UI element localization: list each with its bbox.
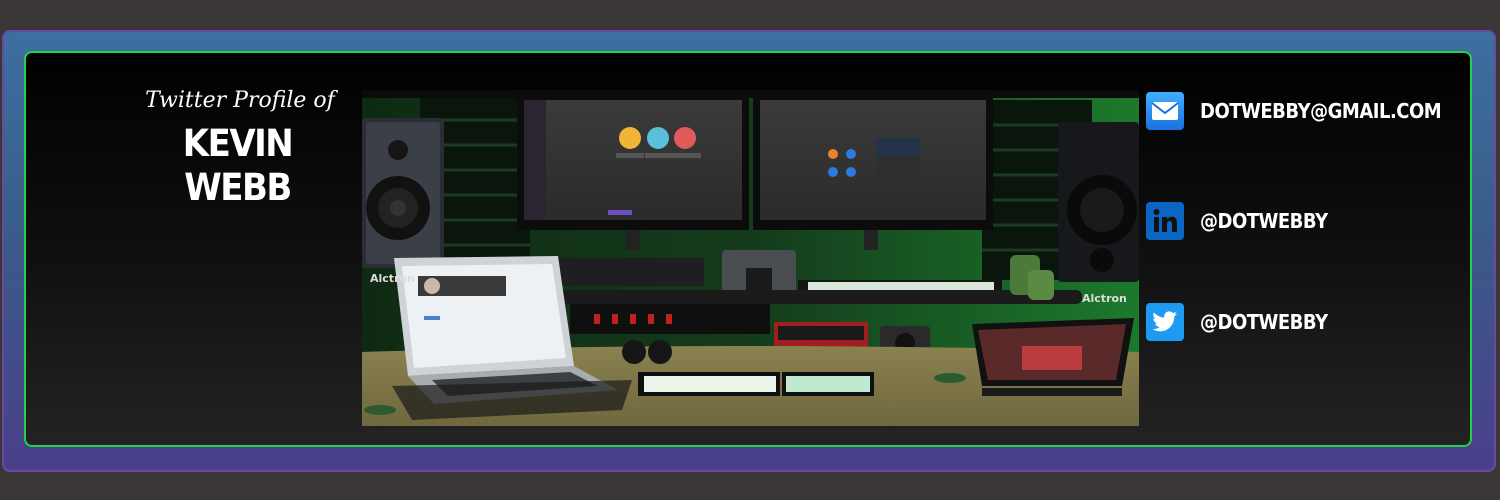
speaker-brand-right: Alctron	[1082, 292, 1127, 305]
contact-linkedin[interactable]: @DOTWEBBY	[1146, 202, 1328, 240]
profile-name: KEVIN WEBB	[182, 122, 294, 210]
mail-icon	[1146, 92, 1184, 130]
desk-setup-photo: Alctron Alctron	[362, 90, 1139, 426]
profile-subtitle: Twitter Profile of	[145, 88, 335, 113]
twitter-label[interactable]: @DOTWEBBY	[1200, 310, 1328, 334]
speaker-brand-left: Alctron	[370, 272, 415, 285]
twitter-bird-icon	[1146, 303, 1184, 341]
linkedin-label[interactable]: @DOTWEBBY	[1200, 209, 1328, 233]
contact-twitter[interactable]: @DOTWEBBY	[1146, 303, 1328, 341]
email-label[interactable]: DOTWEBBY@GMAIL.COM	[1200, 99, 1442, 123]
contact-email[interactable]: DOTWEBBY@GMAIL.COM	[1146, 92, 1442, 130]
linkedin-icon	[1146, 202, 1184, 240]
